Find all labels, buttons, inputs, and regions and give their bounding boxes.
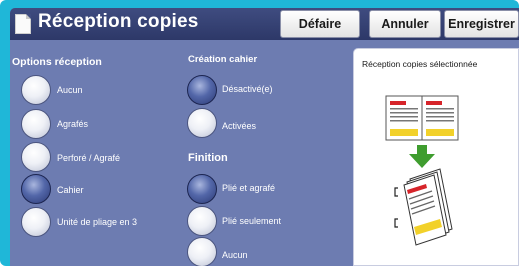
option-label: Aucun <box>57 85 83 95</box>
radio-button[interactable] <box>21 109 51 139</box>
save-button[interactable]: Enregistrer <box>444 10 519 38</box>
radio-button[interactable] <box>187 206 217 236</box>
option-label: Plié seulement <box>222 216 282 226</box>
radio-button-selected[interactable] <box>187 75 217 105</box>
option-label: Cahier <box>57 185 84 195</box>
radio-button[interactable] <box>21 75 51 105</box>
undo-button[interactable]: Défaire <box>280 10 360 38</box>
window-frame: Réception copies Défaire Annuler Enregis… <box>0 0 519 266</box>
option-label: Agrafés <box>57 119 89 129</box>
radio-button[interactable] <box>21 207 51 237</box>
radio-button-selected[interactable] <box>187 174 217 204</box>
preview-pane: Réception copies sélectionnée <box>353 48 519 266</box>
header-bar: Réception copies Défaire Annuler Enregis… <box>10 8 519 40</box>
options-reception-title: Options réception <box>12 56 102 68</box>
option-label: Désactivé(e) <box>222 84 273 94</box>
radio-button[interactable] <box>21 142 51 172</box>
option-label: Activées <box>222 121 257 131</box>
page-title: Réception copies <box>38 11 199 32</box>
document-icon <box>15 14 31 34</box>
main-panel: Réception copies Défaire Annuler Enregis… <box>10 8 519 266</box>
open-pages-icon <box>385 95 459 141</box>
finition-title: Finition <box>188 152 228 164</box>
arrow-down-icon <box>409 145 435 168</box>
radio-button-selected[interactable] <box>21 174 51 204</box>
preview-illustration <box>385 95 459 246</box>
booklet-icon <box>394 168 453 246</box>
option-label: Unité de pliage en 3 <box>57 217 138 227</box>
radio-button[interactable] <box>187 237 217 266</box>
creation-cahier-title: Création cahier <box>188 54 258 65</box>
option-label: Aucun <box>222 250 248 260</box>
cancel-button[interactable]: Annuler <box>369 10 441 38</box>
radio-button[interactable] <box>187 108 217 138</box>
option-label: Perforé / Agrafé <box>57 153 121 163</box>
option-label: Plié et agrafé <box>222 183 276 193</box>
